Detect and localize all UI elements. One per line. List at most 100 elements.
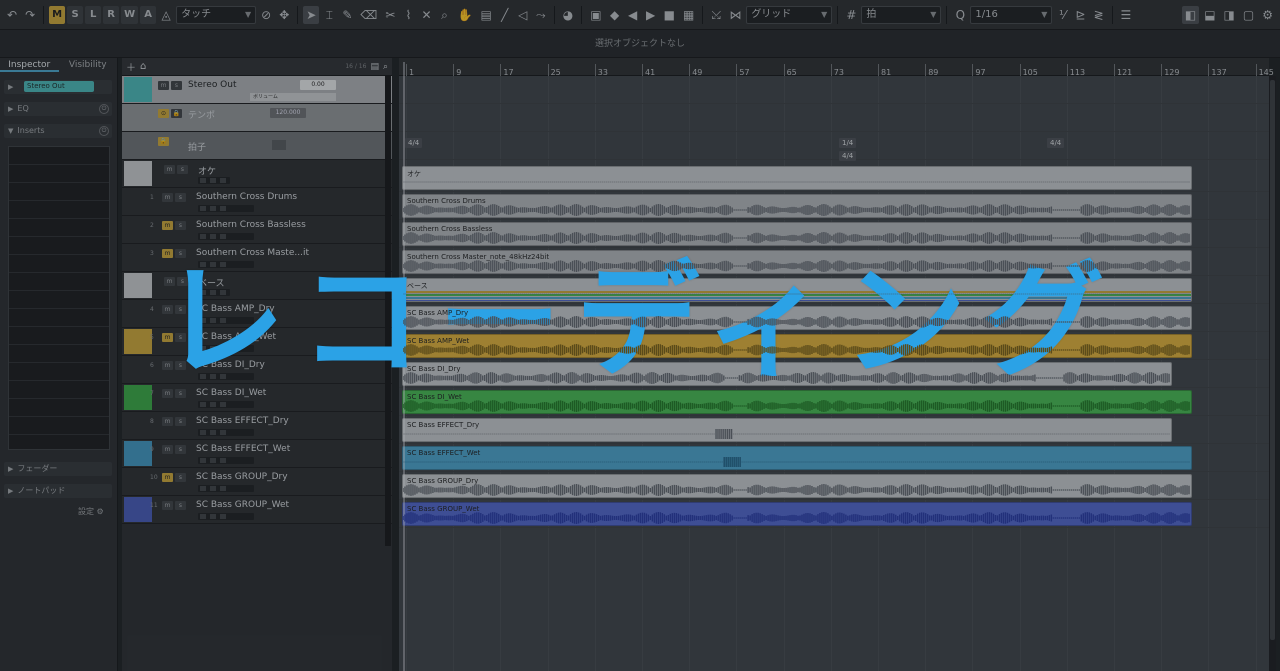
track-control-button[interactable] (200, 514, 206, 519)
hand-tool-icon[interactable]: ✋ (455, 6, 476, 24)
lock-icon[interactable]: 🔒 (171, 109, 182, 118)
solo-button[interactable]: s (175, 473, 186, 482)
power-icon[interactable]: ⏻ (99, 104, 109, 114)
track-control-button[interactable] (200, 486, 206, 491)
signature-track[interactable]: 🔒 拍子 (122, 132, 392, 160)
signature-marker[interactable]: 4/4 (1047, 138, 1065, 148)
quantize-apply-icon[interactable]: ≷ (1090, 6, 1106, 24)
track-controls[interactable] (198, 205, 254, 212)
range-tool-icon[interactable]: ⌶ (321, 6, 337, 24)
undo-icon[interactable]: ↶ (4, 6, 20, 24)
solo-button[interactable]: s (175, 221, 186, 230)
automation-icon[interactable]: ◬ (158, 6, 174, 24)
solo-button[interactable]: s (171, 81, 182, 90)
grid-type-select[interactable]: 拍 ▼ (861, 5, 942, 24)
track-control-button[interactable] (220, 430, 226, 435)
left-zone-icon[interactable]: ◧ (1181, 5, 1200, 24)
mute-button[interactable]: m (162, 221, 173, 230)
solo-button[interactable]: s (177, 165, 188, 174)
tempo-enable-button[interactable]: ⊙ (158, 109, 169, 118)
event-display[interactable]: 4/4 1/4 4/4 4/4 オケ Southern Cross Drums Southe… (399, 76, 1269, 671)
redo-icon[interactable]: ↷ (22, 6, 38, 24)
insert-slot[interactable] (9, 291, 109, 309)
track-control-button[interactable] (210, 234, 216, 239)
grid-icon[interactable]: # (843, 6, 859, 24)
iterative-quantize-icon[interactable]: ⊵ (1072, 6, 1088, 24)
quantize-icon[interactable]: Q (952, 6, 968, 24)
draw-tool-icon[interactable]: ✎ (339, 6, 355, 24)
mute-tool-icon[interactable]: ✕ (418, 6, 434, 24)
insert-slot[interactable] (9, 201, 109, 219)
tab-inspector[interactable]: Inspector (0, 58, 59, 72)
track-row[interactable]: 8 m s SC Bass EFFECT_Dry (122, 412, 392, 440)
audio-event[interactable]: オケ (402, 166, 1192, 190)
transport-start-icon[interactable]: ▣ (587, 6, 604, 24)
track-control-button[interactable] (210, 206, 216, 211)
right-zone-icon[interactable]: ◨ (1221, 6, 1238, 24)
insert-slot[interactable] (9, 399, 109, 417)
track-control-button[interactable] (210, 514, 216, 519)
insert-slot[interactable] (9, 147, 109, 165)
snap-type-icon[interactable]: ⋈ (726, 6, 744, 24)
solo-button[interactable]: s (175, 445, 186, 454)
insert-slot[interactable] (9, 183, 109, 201)
track-controls[interactable] (198, 429, 254, 436)
erase-tool-icon[interactable]: ⌫ (357, 6, 380, 24)
track-control-button[interactable] (200, 402, 206, 407)
track-controls[interactable] (198, 485, 254, 492)
stereo-out-track[interactable]: m s Stereo Out 0.00 ボリューム (122, 76, 392, 104)
color-palette-icon[interactable]: ◕ (560, 6, 576, 24)
tempo-value[interactable]: 120.000 (270, 108, 306, 118)
track-control-button[interactable] (220, 486, 226, 491)
audio-event[interactable]: SC Bass GROUP_Wet (402, 502, 1192, 526)
transport-stop-icon[interactable]: ■ (661, 6, 678, 24)
volume-value[interactable]: 0.00 (300, 80, 336, 90)
track-control-button[interactable] (220, 458, 226, 463)
track-control-button[interactable] (200, 206, 206, 211)
tab-visibility[interactable]: Visibility (59, 58, 118, 72)
insert-slot[interactable] (9, 417, 109, 435)
track-control-button[interactable] (200, 234, 206, 239)
track-controls[interactable] (198, 233, 254, 240)
transport-back-icon[interactable]: ◀ (625, 6, 641, 24)
power-icon[interactable]: ⏻ (99, 126, 109, 136)
mute-button[interactable]: m (162, 417, 173, 426)
add-track-icon[interactable]: ＋ (126, 59, 136, 74)
window-layout-icon[interactable]: ▢ (1240, 6, 1257, 24)
mute-button[interactable]: m (162, 473, 173, 482)
mute-button[interactable]: m (158, 81, 169, 90)
settings-gear-icon[interactable]: ⚙ (1259, 6, 1276, 24)
inspector-notepad-section[interactable]: ▶ ノートパッド (4, 484, 112, 498)
track-control-button[interactable] (200, 458, 206, 463)
track-row[interactable]: 9 m s SC Bass EFFECT_Wet (122, 440, 392, 468)
insert-slot[interactable] (9, 255, 109, 273)
track-control-button[interactable] (220, 234, 226, 239)
quantize-select[interactable]: 1/16 ▼ (970, 5, 1053, 24)
solo-button[interactable]: s (175, 193, 186, 202)
mute-button[interactable]: m (162, 501, 173, 510)
track-control-button[interactable] (200, 178, 206, 183)
snap-type-select[interactable]: グリッド ▼ (746, 5, 833, 24)
track-row[interactable]: 11 m s SC Bass GROUP_Wet (122, 496, 392, 524)
pointer-tool-icon[interactable]: ➤ (303, 5, 320, 24)
track-row[interactable]: 1 m s Southern Cross Drums (122, 188, 392, 216)
edit-menu-icon[interactable]: ☰ (1118, 6, 1135, 24)
suspend-icon[interactable]: ⊘ (258, 6, 274, 24)
track-control-button[interactable] (210, 458, 216, 463)
automation-mode-select[interactable]: タッチ ▼ (176, 5, 257, 24)
track-control-button[interactable] (220, 178, 226, 183)
track-row[interactable]: m s オケ (122, 160, 392, 188)
mode-button-l[interactable]: L (85, 5, 102, 24)
track-view-icon[interactable]: ▤ (370, 62, 379, 72)
track-row[interactable]: 2 m s Southern Cross Bassless (122, 216, 392, 244)
track-control-button[interactable] (210, 178, 216, 183)
track-controls[interactable] (198, 401, 254, 408)
signature-marker[interactable]: 1/4 (839, 138, 857, 148)
signature-marker[interactable]: 4/4 (839, 151, 857, 161)
audio-event[interactable]: Southern Cross Bassless (402, 222, 1192, 246)
quantize-preset-icon[interactable]: ⅟ (1054, 6, 1070, 24)
solo-button[interactable]: s (175, 417, 186, 426)
track-control-button[interactable] (210, 402, 216, 407)
split-tool-icon[interactable]: ✂ (382, 6, 398, 24)
transport-rewind-icon[interactable]: ◆ (607, 6, 623, 24)
